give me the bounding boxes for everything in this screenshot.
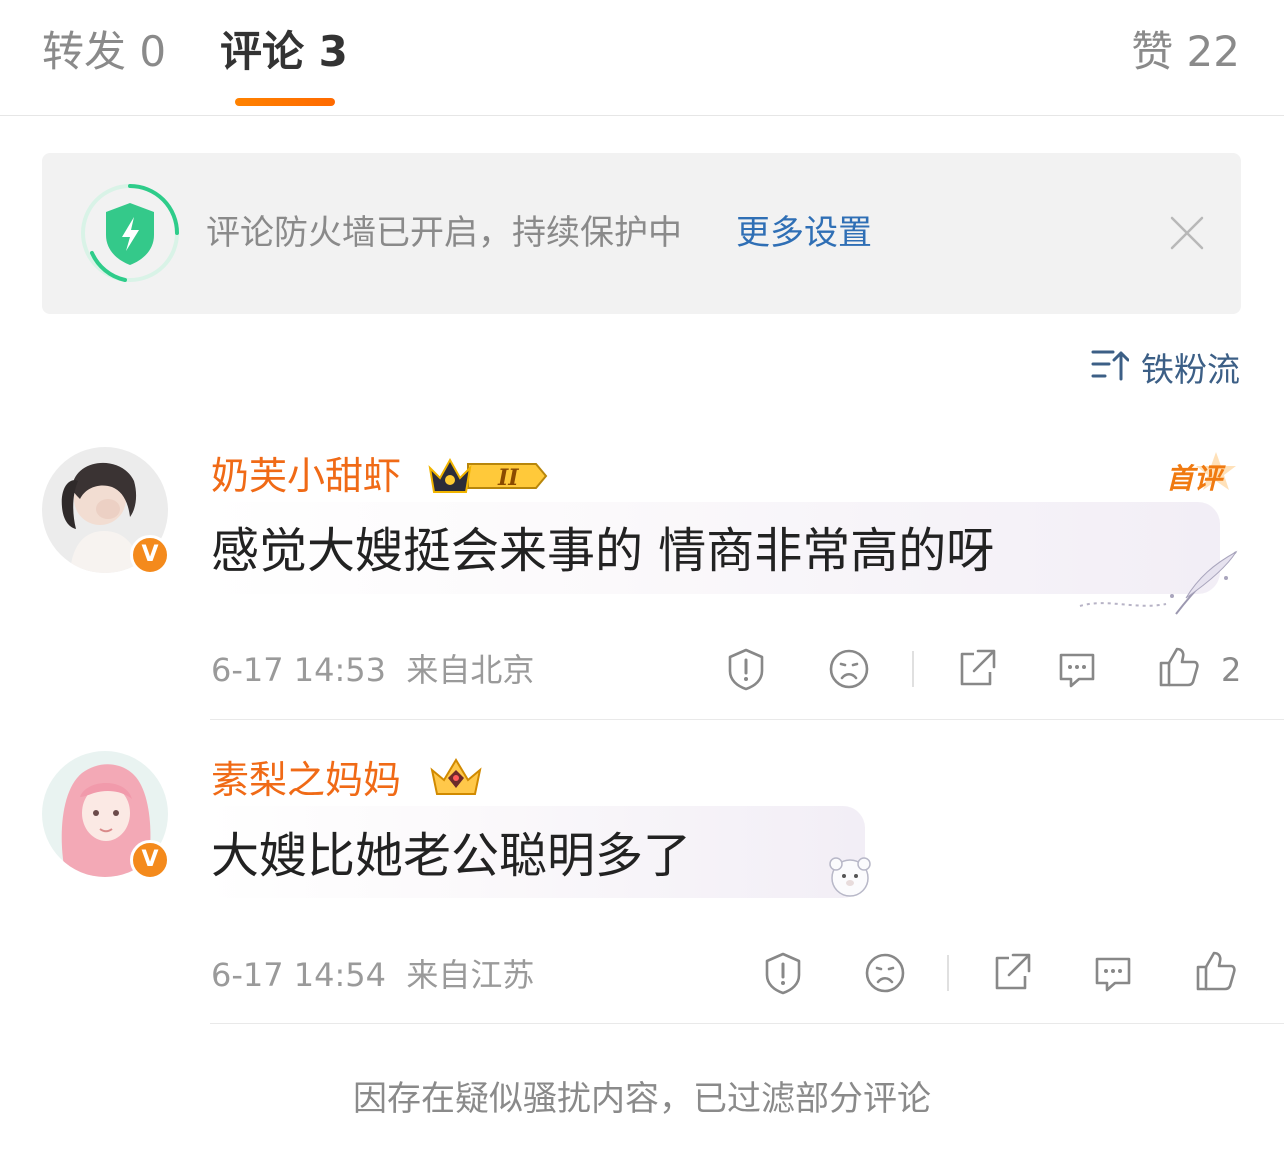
like-thumb-icon[interactable] [1194,949,1238,993]
comment-divider [210,1023,1284,1024]
tab-comments[interactable]: 评论 3 [220,26,348,78]
close-icon[interactable] [1169,215,1205,251]
firewall-status-text: 评论防火墙已开启，持续保护中 [206,213,682,253]
active-tab-indicator [235,98,335,106]
first-comment-text: 首评 [1166,462,1226,495]
dislike-face-icon[interactable] [827,647,871,691]
comment-time: 6-17 14:53 [211,651,387,689]
reply-comment-icon[interactable] [1055,647,1099,691]
dislike-face-icon[interactable] [863,951,907,995]
comment-text: 感觉大嫂挺会来事的 情商非常高的呀 [211,523,995,579]
sort-toggle[interactable]: 铁粉流 [1091,343,1240,391]
tab-repost[interactable]: 转发 0 [42,26,166,78]
verified-badge: V [130,535,170,575]
feather-decoration [1076,548,1246,622]
crown-level-icon: II [428,454,548,502]
tab-bar: 转发 0 评论 3 赞 22 [0,0,1284,116]
verified-badge: V [130,840,170,880]
sort-label: 铁粉流 [1141,350,1240,389]
username[interactable]: 素梨之妈妈 [211,756,401,804]
crown-icon [428,756,484,804]
share-icon[interactable] [954,647,998,691]
comment-location: 来自北京 [406,651,535,689]
reply-comment-icon[interactable] [1091,951,1135,995]
filtered-comments-note: 因存在疑似骚扰内容，已过滤部分评论 [353,1079,931,1119]
username[interactable]: 奶芙小甜虾 [211,452,401,500]
like-thumb-icon[interactable] [1157,645,1201,689]
action-divider [947,955,949,991]
comment-meta: 6-17 14:53 来自北京 [211,650,534,690]
report-icon[interactable] [724,647,768,691]
share-icon[interactable] [989,951,1033,995]
more-settings-link[interactable]: 更多设置 [736,211,872,255]
tab-likes[interactable]: 赞 22 [1131,26,1240,78]
comment-divider [210,719,1284,720]
report-icon[interactable] [761,951,805,995]
action-divider [912,651,914,687]
comment-firewall-banner: 评论防火墙已开启，持续保护中 更多设置 [42,153,1241,314]
shield-icon [80,183,180,283]
sort-icon [1091,348,1130,386]
comment-time: 6-17 14:54 [211,956,387,994]
bear-sticker-decoration [826,852,876,920]
comment-meta: 6-17 14:54 来自江苏 [211,955,534,995]
comment-location: 来自江苏 [406,956,535,994]
comment-text: 大嫂比她老公聪明多了 [211,828,692,884]
first-comment-badge: 首评 [1164,450,1242,502]
svg-text:II: II [497,465,519,491]
like-count: 2 [1221,651,1242,689]
